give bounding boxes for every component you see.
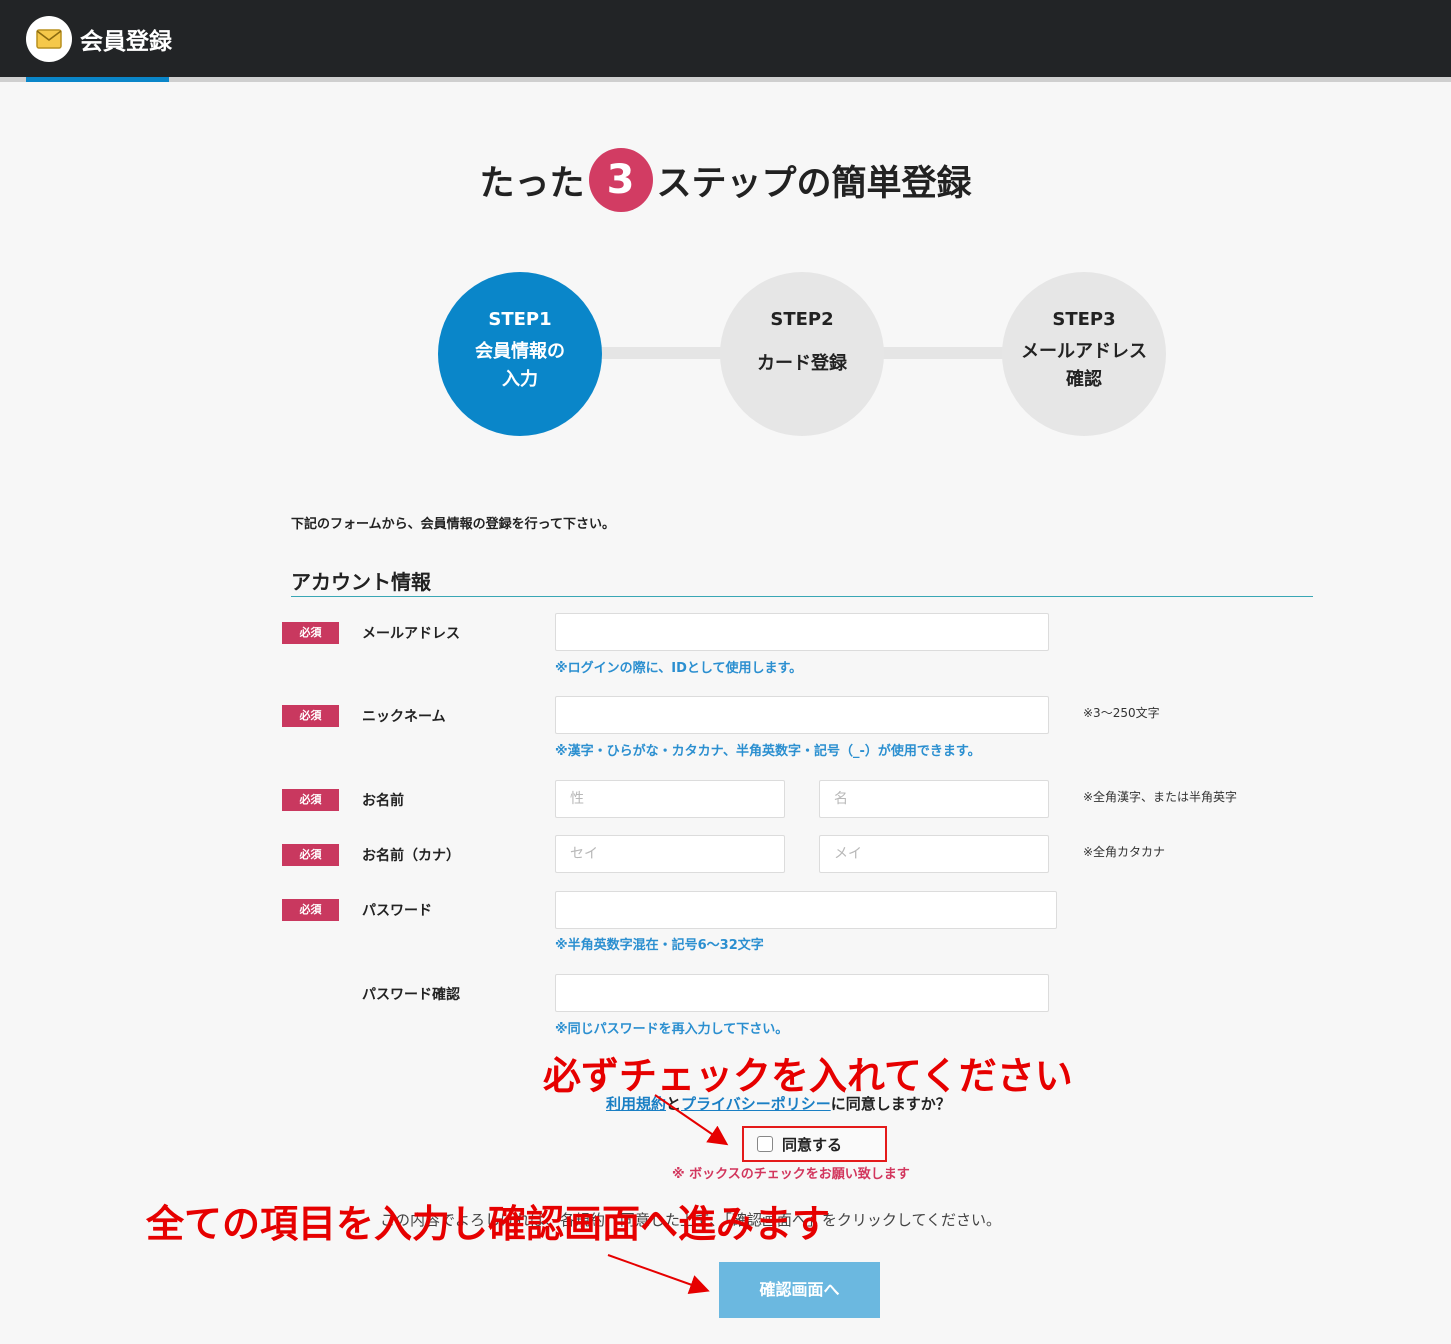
annotation-check-note: 必ずチェックを入れてください <box>543 1054 1073 1098</box>
annotation-proceed-note: 全ての項目を入力し確認画面へ進みます <box>146 1202 831 1246</box>
annotation-arrow-button <box>607 1254 710 1295</box>
annotation-arrow-checkbox <box>654 1094 729 1146</box>
annotation-arrows <box>607 1094 729 1295</box>
